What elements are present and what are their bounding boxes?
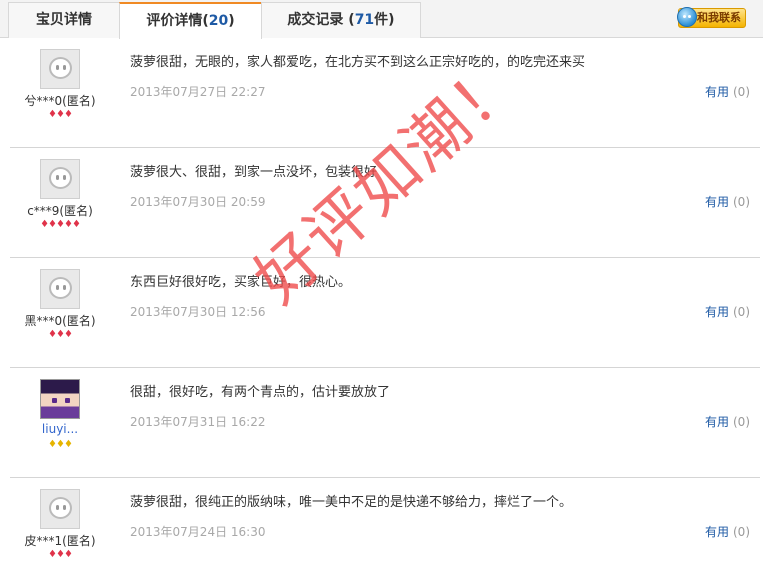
useful-count: (0)	[733, 85, 750, 99]
reviewer-name: 皮***1(匿名)	[24, 534, 96, 548]
review-count: 20	[208, 13, 229, 29]
useful-count: (0)	[733, 415, 750, 429]
useful-count: (0)	[733, 195, 750, 209]
useful-label: 有用	[704, 85, 729, 99]
default-avatar-icon	[49, 497, 72, 519]
useful-button[interactable]: 有用 (0)	[705, 193, 750, 210]
review-text: 很甜，很好吃，有两个青点的，估计要放放了	[130, 385, 391, 400]
avatar[interactable]	[40, 49, 80, 89]
transaction-count: 71	[354, 12, 375, 28]
reviewer-rank-hearts-icon: ♦♦♦	[48, 329, 73, 340]
contact-me-button[interactable]: 和我联系	[677, 7, 746, 28]
default-avatar-icon	[49, 57, 72, 79]
default-avatar-icon	[49, 167, 72, 189]
review-list: 兮***0(匿名) ♦♦♦ 菠萝很甜，无眼的，家人都爱吃，在北方买不到这么正宗好…	[10, 38, 760, 579]
useful-label: 有用	[704, 525, 729, 539]
review-text: 菠萝很大、很甜，到家一点没坏，包装很好	[130, 165, 378, 180]
avatar[interactable]	[40, 489, 80, 529]
review-date: 2013年07月27日 22:27	[130, 85, 266, 99]
contact-label: 和我联系	[697, 11, 741, 24]
review-row: c***9(匿名) ♦♦♦♦♦ 菠萝很大、很甜，到家一点没坏，包装很好 2013…	[10, 148, 760, 258]
review-date: 2013年07月30日 12:56	[130, 305, 266, 319]
tab-label-suffix: )	[228, 13, 235, 29]
tab-reviews[interactable]: 评价详情(20)	[119, 2, 262, 39]
reviewer-name: 兮***0(匿名)	[24, 94, 96, 108]
review-row: 黑***0(匿名) ♦♦♦ 东西巨好很好吃，买家巨好，很热心。 2013年07月…	[10, 258, 760, 368]
review-row: 兮***0(匿名) ♦♦♦ 菠萝很甜，无眼的，家人都爱吃，在北方买不到这么正宗好…	[10, 38, 760, 148]
review-text: 菠萝很甜，很纯正的版纳味，唯一美中不足的是快递不够给力，摔烂了一个。	[130, 495, 573, 510]
reviewer-rank-hearts-icon: ♦♦♦	[48, 549, 73, 560]
tab-item-details[interactable]: 宝贝详情	[8, 2, 120, 38]
useful-button[interactable]: 有用 (0)	[705, 83, 750, 100]
reviewer-name: 黑***0(匿名)	[24, 314, 96, 328]
useful-button[interactable]: 有用 (0)	[705, 523, 750, 540]
reviewer-name: c***9(匿名)	[27, 204, 93, 218]
review-text: 东西巨好很好吃，买家巨好，很热心。	[130, 275, 352, 290]
reviewer-name-link[interactable]: liuyi...	[10, 422, 110, 436]
useful-count: (0)	[733, 305, 750, 319]
default-avatar-icon	[49, 277, 72, 299]
review-text: 菠萝很甜，无眼的，家人都爱吃，在北方买不到这么正宗好吃的，的吃完还来买	[130, 55, 586, 70]
useful-button[interactable]: 有用 (0)	[705, 303, 750, 320]
review-date: 2013年07月24日 16:30	[130, 525, 266, 539]
useful-button[interactable]: 有用 (0)	[705, 413, 750, 430]
useful-label: 有用	[704, 415, 729, 429]
tab-label-suffix: 件)	[374, 12, 395, 28]
reviewer-rank-diamonds-icon: ♦♦♦	[48, 439, 73, 450]
tab-bar: 宝贝详情 评价详情(20) 成交记录 (71件) 和我联系	[0, 0, 763, 39]
review-row: 皮***1(匿名) ♦♦♦ 菠萝很甜，很纯正的版纳味，唯一美中不足的是快递不够给…	[10, 478, 760, 579]
review-date: 2013年07月31日 16:22	[130, 415, 266, 429]
review-row: liuyi... ♦♦♦ 很甜，很好吃，有两个青点的，估计要放放了 2013年0…	[10, 368, 760, 478]
reviewer-rank-hearts-icon: ♦♦♦	[48, 109, 73, 120]
tab-transactions[interactable]: 成交记录 (71件)	[261, 2, 421, 38]
tab-label: 宝贝详情	[36, 12, 92, 28]
useful-count: (0)	[733, 525, 750, 539]
useful-label: 有用	[704, 305, 729, 319]
avatar[interactable]	[40, 379, 80, 419]
avatar[interactable]	[40, 159, 80, 199]
avatar[interactable]	[40, 269, 80, 309]
review-date: 2013年07月30日 20:59	[130, 195, 266, 209]
chat-icon	[677, 7, 697, 27]
reviewer-rank-hearts-icon: ♦♦♦♦♦	[40, 219, 81, 230]
anime-avatar-icon	[52, 398, 70, 403]
tab-label: 评价详情(	[146, 13, 209, 29]
useful-label: 有用	[704, 195, 729, 209]
tab-label: 成交记录 (	[287, 12, 355, 28]
